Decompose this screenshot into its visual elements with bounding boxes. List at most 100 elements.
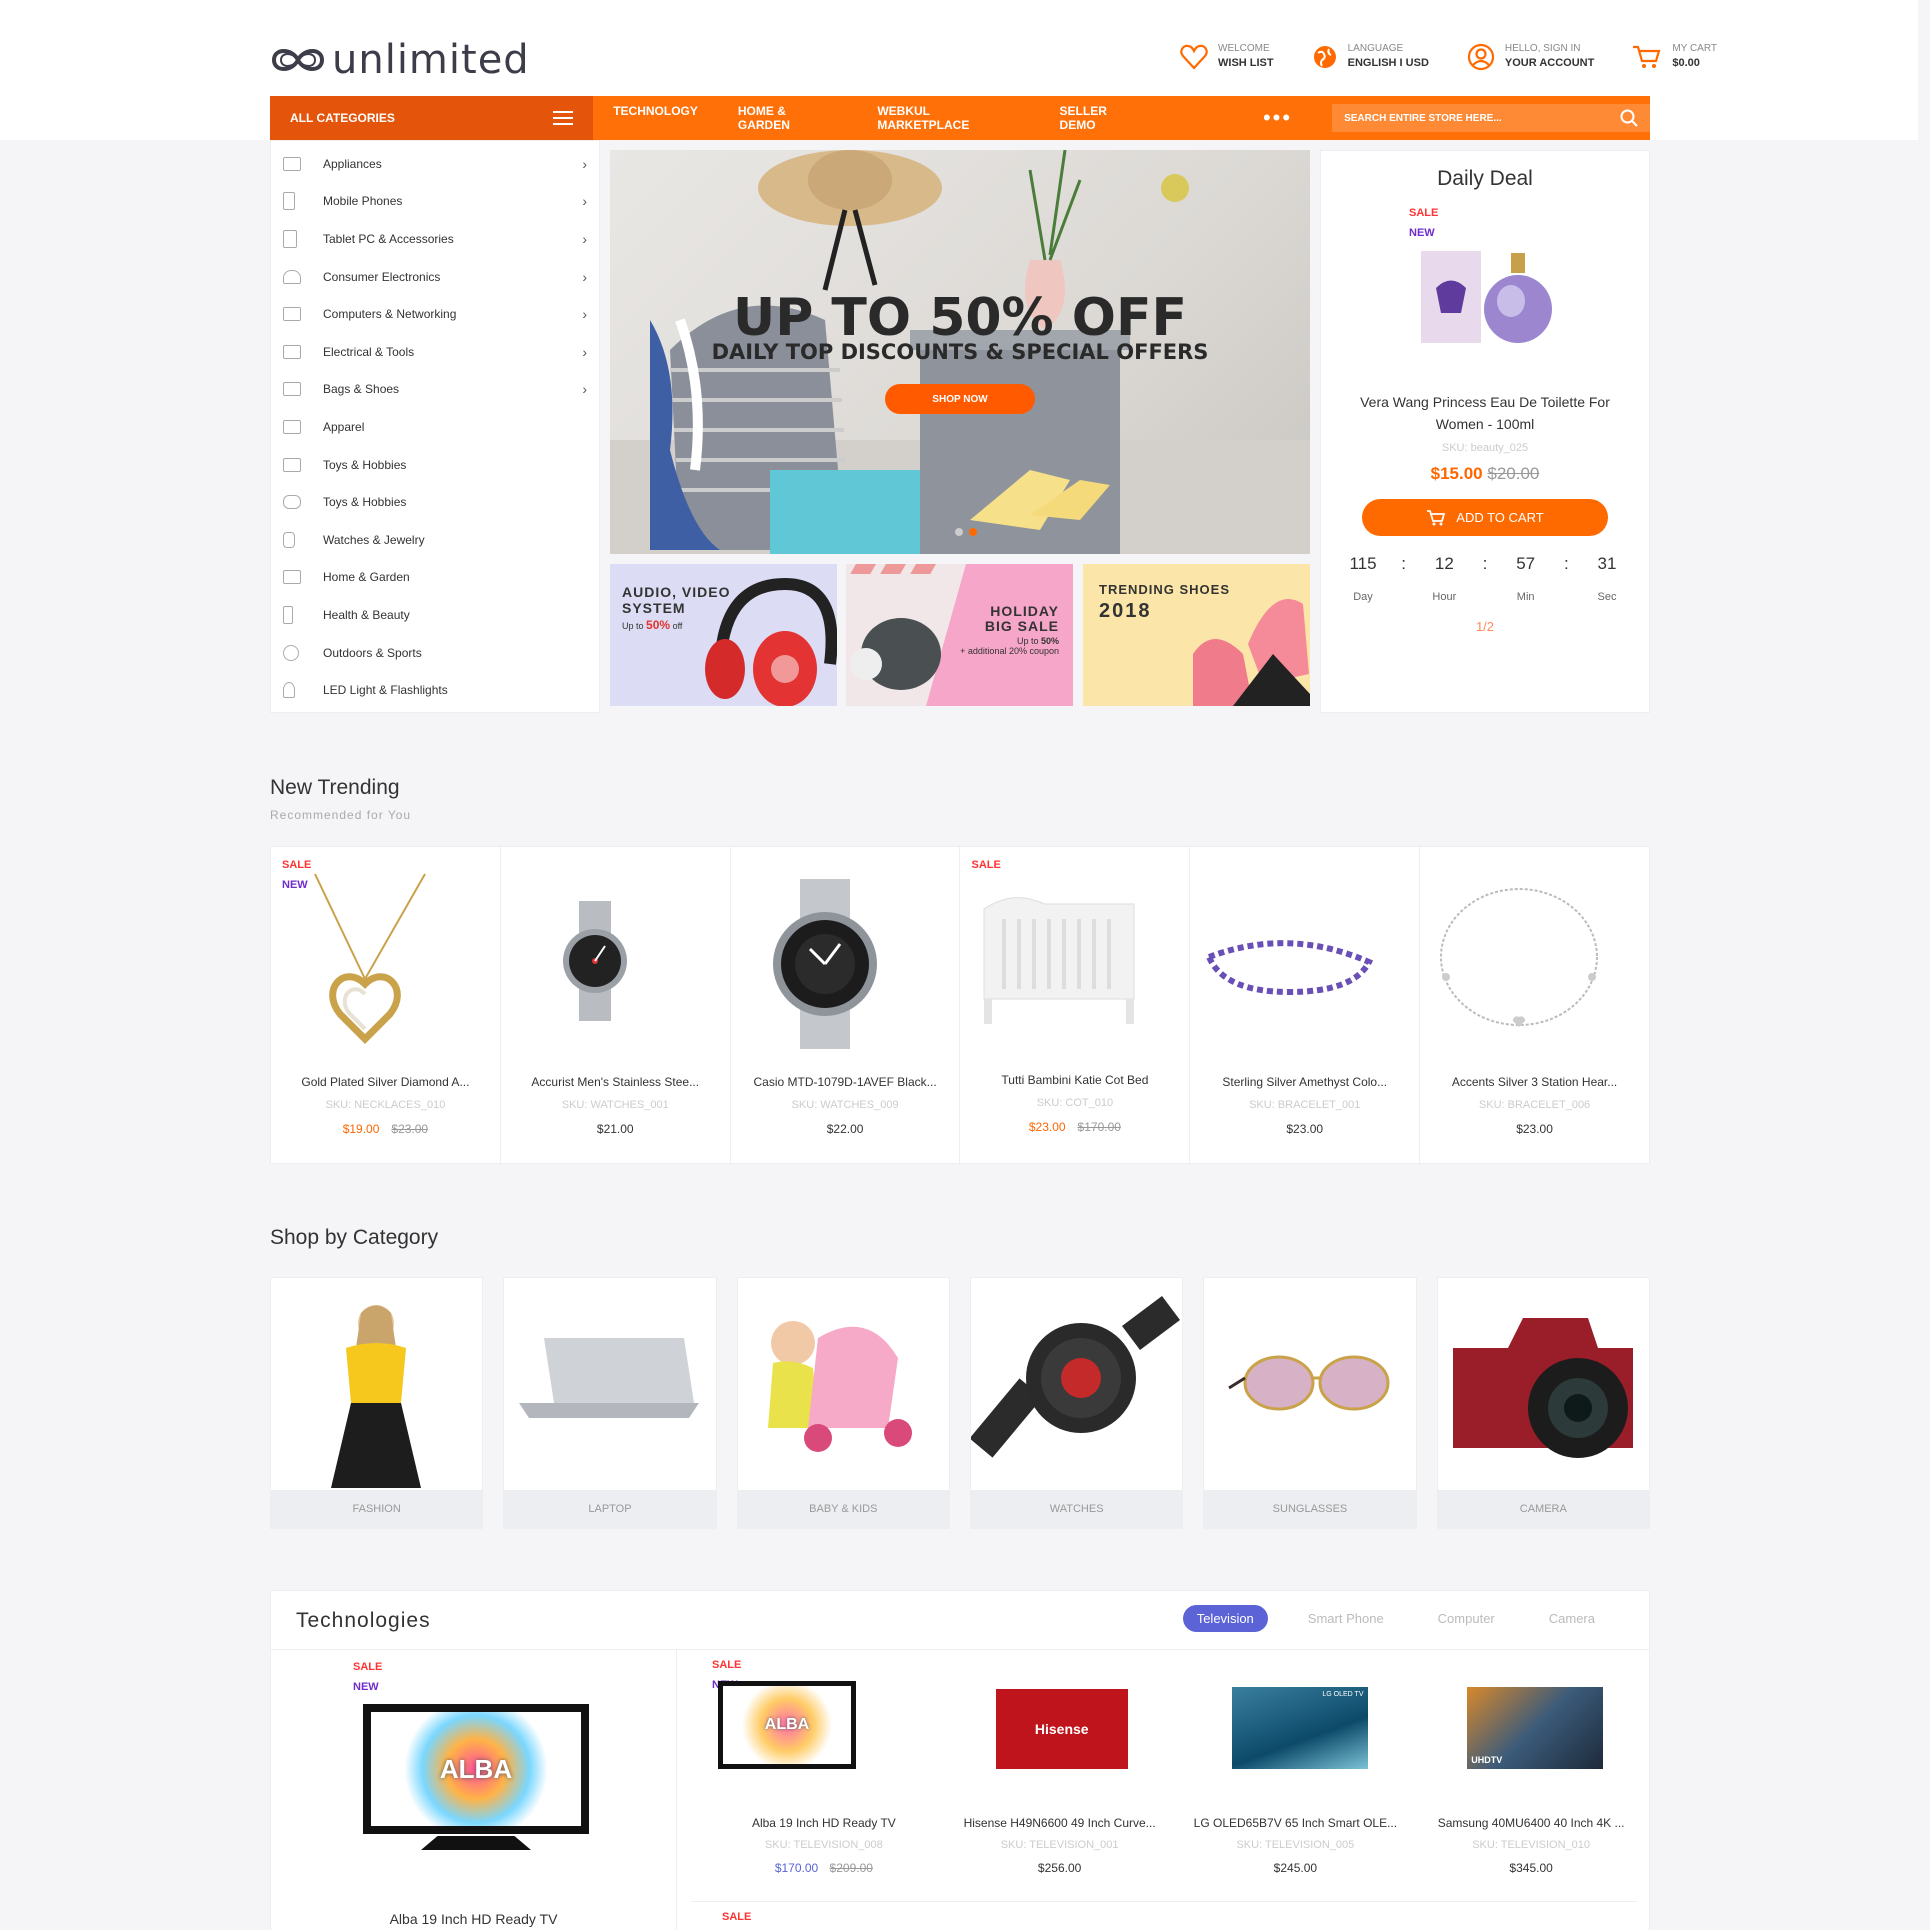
product-name[interactable]: LG OLED65B7V 65 Inch Smart OLE... xyxy=(1178,1816,1414,1830)
product-name[interactable]: Alba 19 Inch HD Ready TV xyxy=(706,1816,942,1830)
deal-price-old: $20.00 xyxy=(1487,464,1540,483)
banner-trending-shoes[interactable]: TRENDING SHOES 2018 xyxy=(1083,564,1310,706)
lightbulb-icon xyxy=(283,682,295,699)
all-categories-button[interactable]: ALL CATEGORIES xyxy=(270,96,594,140)
product-card[interactable]: SALE Tutti Bambini Katie Cot Bed SKU: CO… xyxy=(960,847,1191,1163)
logo[interactable]: unlimited xyxy=(270,37,530,83)
technology-tabs: Television Smart Phone Computer Camera xyxy=(1182,1605,1609,1632)
nav-technology[interactable]: TECHNOLOGY xyxy=(613,104,698,132)
product-name[interactable]: Accents Silver 3 Station Hear... xyxy=(1432,1075,1637,1089)
nav-webkul-marketplace[interactable]: WEBKUL MARKETPLACE xyxy=(877,104,1019,132)
language-caption: LANGUAGE xyxy=(1347,43,1404,54)
sidebar-item-computers[interactable]: Computers & Networking › xyxy=(271,295,599,333)
search-input[interactable]: SEARCH ENTIRE STORE HERE... xyxy=(1332,104,1650,132)
product-card[interactable]: LG OLED TV LG OLED65B7V 65 Inch Smart OL… xyxy=(1178,1649,1414,1901)
slider-dots xyxy=(955,528,977,536)
account-link[interactable]: HELLO, SIGN IN YOUR ACCOUNT xyxy=(1467,42,1594,71)
gamepad-icon xyxy=(283,495,301,510)
category-fashion[interactable]: FASHION xyxy=(270,1277,484,1529)
language-selector[interactable]: LANGUAGE ENGLISH I USD xyxy=(1312,42,1429,71)
product-sku: SKU: BRACELET_006 xyxy=(1478,1099,1591,1111)
deal-product-name[interactable]: Vera Wang Princess Eau De Toilette For W… xyxy=(1351,391,1619,435)
shop-now-button[interactable]: SHOP NOW xyxy=(885,384,1035,414)
product-name[interactable]: Gold Plated Silver Diamond A... xyxy=(283,1075,488,1089)
banner-holiday-sale[interactable]: HOLIDAY BIG SALE Up to 50% + additional 2… xyxy=(846,564,1073,706)
chevron-right-icon: › xyxy=(582,268,587,285)
product-name[interactable]: Samsung 40MU6400 40 Inch 4K ... xyxy=(1413,1816,1649,1830)
category-baby-kids[interactable]: BABY & KIDS xyxy=(736,1277,950,1529)
sidebar-item-toys-hobbies-2[interactable]: Toys & Hobbies xyxy=(271,483,599,521)
add-to-cart-button[interactable]: ADD TO CART xyxy=(1362,499,1608,536)
search-icon[interactable] xyxy=(1620,109,1638,127)
tab-computer[interactable]: Computer xyxy=(1424,1605,1509,1632)
product-name[interactable]: Accurist Men's Stainless Stee... xyxy=(513,1075,718,1089)
sidebar-item-appliances[interactable]: Appliances › xyxy=(271,145,599,183)
phone-icon xyxy=(283,192,295,211)
tab-smart-phone[interactable]: Smart Phone xyxy=(1294,1605,1398,1632)
watch-icon xyxy=(283,531,295,548)
category-camera[interactable]: CAMERA xyxy=(1436,1277,1650,1529)
price-current: $23.00 xyxy=(1286,1122,1324,1136)
sidebar-item-mobile-phones[interactable]: Mobile Phones › xyxy=(271,183,599,221)
product-card[interactable]: Hisense Hisense H49N6600 49 Inch Curve..… xyxy=(942,1649,1178,1901)
sidebar-item-electrical-tools[interactable]: Electrical & Tools › xyxy=(271,333,599,371)
deal-pager[interactable]: 1/2 xyxy=(1321,619,1649,634)
product-card[interactable]: SALE NEW Gold Plated Silver Diamond A...… xyxy=(271,847,501,1163)
price-old: $23.00 xyxy=(391,1122,429,1136)
sidebar-item-apparel[interactable]: Apparel xyxy=(271,408,599,446)
sidebar-item-health-beauty[interactable]: Health & Beauty xyxy=(271,596,599,634)
chevron-right-icon: › xyxy=(582,343,587,360)
product-card[interactable]: SALE NEW ALBA Alba 19 Inch HD Ready TV S… xyxy=(706,1649,942,1901)
featured-product-name[interactable]: Alba 19 Inch HD Ready TV xyxy=(271,1911,676,1927)
baby-toy-image xyxy=(767,1321,912,1452)
header-links: WELCOME WISH LIST LANGUAGE ENGLISH I USD H… xyxy=(1180,42,1717,71)
sidebar-item-led-light[interactable]: LED Light & Flashlights xyxy=(271,671,599,709)
slider-dot[interactable] xyxy=(955,528,963,536)
category-sunglasses[interactable]: SUNGLASSES xyxy=(1203,1277,1417,1529)
bracelet-image xyxy=(1440,888,1599,1027)
tab-television[interactable]: Television xyxy=(1182,1605,1268,1632)
sidebar-item-bags-shoes[interactable]: Bags & Shoes › xyxy=(271,371,599,409)
nav-seller-demo[interactable]: SELLER DEMO xyxy=(1060,104,1143,132)
cart-link[interactable]: MY CART $0.00 xyxy=(1632,42,1717,71)
product-name[interactable]: Casio MTD-1079D-1AVEF Black... xyxy=(743,1075,948,1089)
deal-price-current: $15.00 xyxy=(1430,464,1483,483)
headphones-icon xyxy=(283,269,301,284)
product-name[interactable]: Tutti Bambini Katie Cot Bed xyxy=(972,1073,1177,1087)
account-label: YOUR ACCOUNT xyxy=(1504,57,1595,69)
tab-camera[interactable]: Camera xyxy=(1535,1605,1609,1632)
more-menu-button[interactable]: ••• xyxy=(1263,105,1292,131)
product-card[interactable]: UHDTV Samsung 40MU6400 40 Inch 4K ... SK… xyxy=(1413,1649,1649,1901)
sidebar-item-consumer-electronics[interactable]: Consumer Electronics › xyxy=(271,258,599,296)
perfume-image[interactable] xyxy=(1411,243,1561,353)
featured-tv-image[interactable]: ALBA xyxy=(363,1704,589,1854)
sidebar-item-watches-jewelry[interactable]: Watches & Jewelry xyxy=(271,521,599,559)
product-card[interactable]: Accents Silver 3 Station Hear... SKU: BR… xyxy=(1420,847,1649,1163)
sidebar-item-tablet[interactable]: Tablet PC & Accessories › xyxy=(271,220,599,258)
banner-audio-line2: SYSTEM xyxy=(622,600,686,616)
section-title-categories: Shop by Category xyxy=(270,1226,439,1249)
logo-text: unlimited xyxy=(332,37,530,83)
category-laptop[interactable]: LAPTOP xyxy=(503,1277,717,1529)
wishlist-link[interactable]: WELCOME WISH LIST xyxy=(1180,42,1274,71)
banner-audio-video[interactable]: AUDIO, VIDEO SYSTEM Up to 50% off xyxy=(610,564,837,706)
countdown-minutes: 57 xyxy=(1516,554,1536,573)
section-title-technologies: Technologies xyxy=(296,1609,431,1632)
sidebar-item-outdoors-sports[interactable]: Outdoors & Sports xyxy=(271,634,599,672)
hero-slider[interactable]: UP TO 50% OFF DAILY TOP DISCOUNTS & SPEC… xyxy=(610,150,1310,554)
sidebar-item-label: Bags & Shoes xyxy=(323,382,400,397)
product-card[interactable]: Sterling Silver Amethyst Colo... SKU: BR… xyxy=(1190,847,1421,1163)
nav-home-garden[interactable]: HOME & GARDEN xyxy=(738,104,837,132)
product-name[interactable]: Sterling Silver Amethyst Colo... xyxy=(1202,1075,1407,1089)
sidebar-item-home-garden[interactable]: Home & Garden xyxy=(271,559,599,597)
lipstick-icon xyxy=(283,605,293,624)
sidebar-item-toys-hobbies[interactable]: Toys & Hobbies xyxy=(271,446,599,484)
hero-title: UP TO 50% OFF xyxy=(732,288,1188,348)
product-card[interactable]: Accurist Men's Stainless Stee... SKU: WA… xyxy=(501,847,731,1163)
slider-dot-active[interactable] xyxy=(969,528,977,536)
offer-suffix: off xyxy=(672,621,683,631)
product-card[interactable]: Casio MTD-1079D-1AVEF Black... SKU: WATC… xyxy=(731,847,961,1163)
category-watches[interactable]: WATCHES xyxy=(969,1277,1184,1529)
banner-holiday-offer: Up to 50% + additional 20% coupon xyxy=(960,636,1059,656)
product-name[interactable]: Hisense H49N6600 49 Inch Curve... xyxy=(942,1816,1178,1830)
